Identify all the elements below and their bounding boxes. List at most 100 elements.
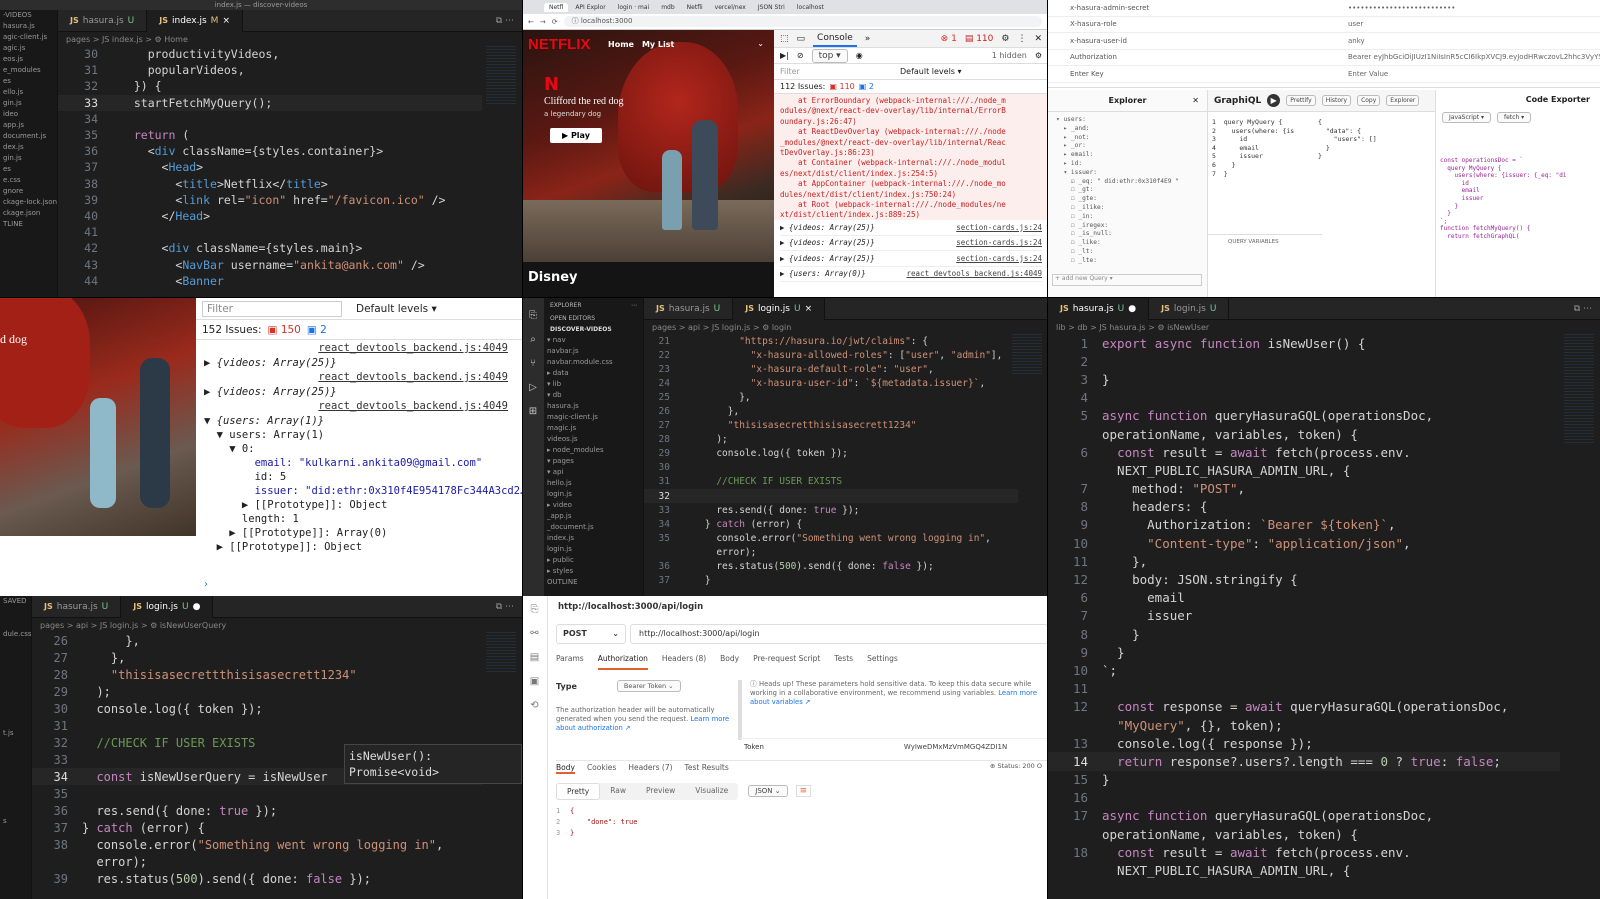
code-line[interactable]: 35 console.error("Something went wrong l…	[644, 531, 1018, 545]
browser-tab[interactable]: Netfl	[544, 2, 569, 12]
code-line[interactable]: error);	[32, 853, 482, 870]
explorer-item[interactable]: e.css	[0, 175, 57, 186]
explorer-item[interactable]: ▸ node_modules	[544, 445, 643, 456]
code-line[interactable]: 3}	[1048, 370, 1560, 388]
code-line[interactable]: 34 } catch (error) {	[644, 517, 1018, 531]
wrap-lines-icon[interactable]: ≡	[795, 785, 812, 797]
explorer-item[interactable]: hasura.js	[544, 401, 643, 412]
device-icon[interactable]: ▭	[797, 34, 806, 44]
code-line[interactable]: 29 );	[32, 683, 482, 700]
header-row[interactable]: Authorization Bearer eyJhbGciOiJIUzI1NiIs…	[1048, 50, 1600, 66]
explorer-item[interactable]: ▾ db	[544, 390, 643, 401]
explorer-item[interactable]	[0, 805, 31, 816]
console-tree-row[interactable]: ▶ [[Prototype]]: Array(0)	[204, 527, 514, 541]
code-line[interactable]: 31 popularVideos,	[58, 62, 482, 78]
collections-icon[interactable]: ⎘	[522, 598, 547, 622]
explorer-item[interactable]: es	[0, 76, 57, 87]
split-editor-icon[interactable]: ⧉ ⋯	[1574, 304, 1592, 314]
explorer-item[interactable]: document.js	[0, 131, 57, 142]
request-tab[interactable]: Params	[556, 654, 584, 670]
explorer-item[interactable]: es	[0, 164, 57, 175]
warning-count[interactable]: ▤ 110	[965, 34, 994, 44]
levels-dropdown[interactable]: Default levels ▾	[900, 67, 962, 76]
explorer-item[interactable]: e_modules	[0, 65, 57, 76]
run-debug-icon[interactable]: ▷	[522, 376, 544, 400]
explorer-item[interactable]	[0, 684, 31, 695]
code-line[interactable]: 6 email	[1048, 589, 1560, 607]
code-line[interactable]: 33 startFetchMyQuery();	[58, 94, 482, 111]
code-line[interactable]: 10 `;	[1048, 661, 1560, 679]
tab-hasura-js[interactable]: JS hasura.js U ●	[1048, 298, 1150, 320]
query-editor[interactable]: 1 query MyQuery {2 users(where: {is 3 id 4…	[1212, 118, 1312, 178]
chevron-down-icon[interactable]: ⌄	[757, 39, 764, 48]
explorer-item[interactable]: gnore	[0, 186, 57, 197]
code-line[interactable]: 36 res.send({ done: true });	[32, 802, 482, 819]
code-line[interactable]: error);	[644, 545, 1018, 559]
response-tab[interactable]: Cookies	[587, 763, 616, 774]
back-icon[interactable]: ←	[528, 18, 534, 26]
console-tree-row[interactable]: issuer: "did:ethr:0x310f4E954178Fc344A3c…	[204, 485, 522, 499]
close-icon[interactable]: ✕	[1034, 34, 1042, 44]
code-line[interactable]: 2	[1048, 352, 1560, 370]
code-line[interactable]: 43 <NavBar username="ankita@ank.com" />	[58, 256, 482, 272]
netflix-logo[interactable]: NETFLIX	[528, 36, 591, 53]
code-line[interactable]: 37 <Head>	[58, 159, 482, 175]
explorer-add-field[interactable]: + add new Query ▾	[1052, 274, 1202, 286]
explorer-item[interactable]: magic.js	[544, 423, 643, 434]
header-row[interactable]: x-hasura-user-id anky	[1048, 33, 1600, 50]
explorer-item[interactable]	[0, 772, 31, 783]
view-tab[interactable]: Raw	[600, 783, 636, 800]
code-line[interactable]: NEXT_PUBLIC_HASURA_ADMIN_URL, {	[1048, 861, 1560, 879]
explorer-item[interactable]	[0, 750, 31, 761]
explorer-item[interactable]: ▾ nav	[544, 335, 643, 346]
request-tab[interactable]: Headers (8)	[662, 654, 706, 670]
code-area[interactable]: 21 "https://hasura.io/jwt/claims": {22 "…	[644, 334, 1018, 596]
search-icon[interactable]: ⌕	[522, 328, 544, 352]
console-tree-row[interactable]: ▼ {users: Array(1)}	[204, 415, 514, 429]
code-line[interactable]: NEXT_PUBLIC_HASURA_ADMIN_URL, {	[1048, 461, 1560, 479]
clear-icon[interactable]: ⊘	[797, 51, 804, 60]
issues-bar[interactable]: 112 Issues: ▣ 110 ▣ 2	[774, 80, 1048, 94]
auth-type-select[interactable]: Bearer Token ⌄	[616, 680, 681, 692]
code-line[interactable]: 13 console.log({ response });	[1048, 734, 1560, 752]
code-line[interactable]: 8 }	[1048, 625, 1560, 643]
explorer-item[interactable]: OUTLINE	[544, 577, 643, 588]
code-line[interactable]: 21 "https://hasura.io/jwt/claims": {	[644, 334, 1018, 348]
code-line[interactable]: 14 return response?.users?.length === 0 …	[1048, 752, 1560, 771]
explorer-item[interactable]: -VIDEOS	[0, 10, 57, 21]
settings-gear-icon[interactable]: ⚙	[1001, 34, 1009, 44]
code-line[interactable]: 15}	[1048, 771, 1560, 789]
console-log-row[interactable]: ▶ {videos: Array(25)} section-cards.js:24	[780, 220, 1042, 236]
explorer-item[interactable]	[0, 695, 31, 706]
code-line[interactable]: 34	[58, 111, 482, 127]
nav-my-list[interactable]: My List	[642, 40, 674, 49]
nav-home[interactable]: Home	[608, 40, 634, 49]
explorer-item[interactable]: magic-client.js	[544, 412, 643, 423]
tab-login-js[interactable]: JS login.js U	[1149, 298, 1230, 320]
console-log-row[interactable]: ▶ {videos: Array(25)} section-cards.js:24	[780, 236, 1042, 251]
browser-tab[interactable]: Netfli	[681, 2, 708, 12]
explorer-button[interactable]: Explorer	[1386, 95, 1420, 106]
browser-tab[interactable]: mdb	[656, 2, 680, 12]
code-line[interactable]: 38 console.error("Something went wrong l…	[32, 836, 482, 853]
url-bar[interactable]: ⓘ localhost:3000	[563, 16, 1042, 27]
tab-login-js[interactable]: JS login.js U ×	[733, 298, 826, 320]
console-tree-row[interactable]: id: 5	[204, 471, 514, 485]
code-line[interactable]: 8 headers: {	[1048, 498, 1560, 516]
request-tab[interactable]: Authorization	[597, 654, 648, 670]
code-line[interactable]: 31	[32, 717, 482, 734]
apis-icon[interactable]: ⚯	[522, 622, 547, 646]
code-line[interactable]: 23 "x-hasura-default-role": "user",	[644, 362, 1018, 376]
request-tab[interactable]: Settings	[867, 654, 898, 670]
tab-hasura-js[interactable]: JS hasura.js U	[58, 9, 148, 32]
copy-button[interactable]: Copy	[1357, 95, 1381, 106]
code-line[interactable]: 35	[32, 785, 482, 802]
console-settings-icon[interactable]: ⚙	[1035, 51, 1042, 60]
issues-bar[interactable]: 152 Issues: ▣ 150 ▣ 2	[196, 320, 522, 340]
eye-icon[interactable]: ◉	[856, 51, 863, 60]
code-line[interactable]: 9 }	[1048, 643, 1560, 661]
explorer-item[interactable]: hello.js	[544, 478, 643, 489]
code-line[interactable]: 12 const response = await queryHasuraGQL…	[1048, 698, 1560, 716]
code-line[interactable]: operationName, variables, token) {	[1048, 825, 1560, 843]
explorer-item[interactable]: hasura.js	[0, 21, 57, 32]
